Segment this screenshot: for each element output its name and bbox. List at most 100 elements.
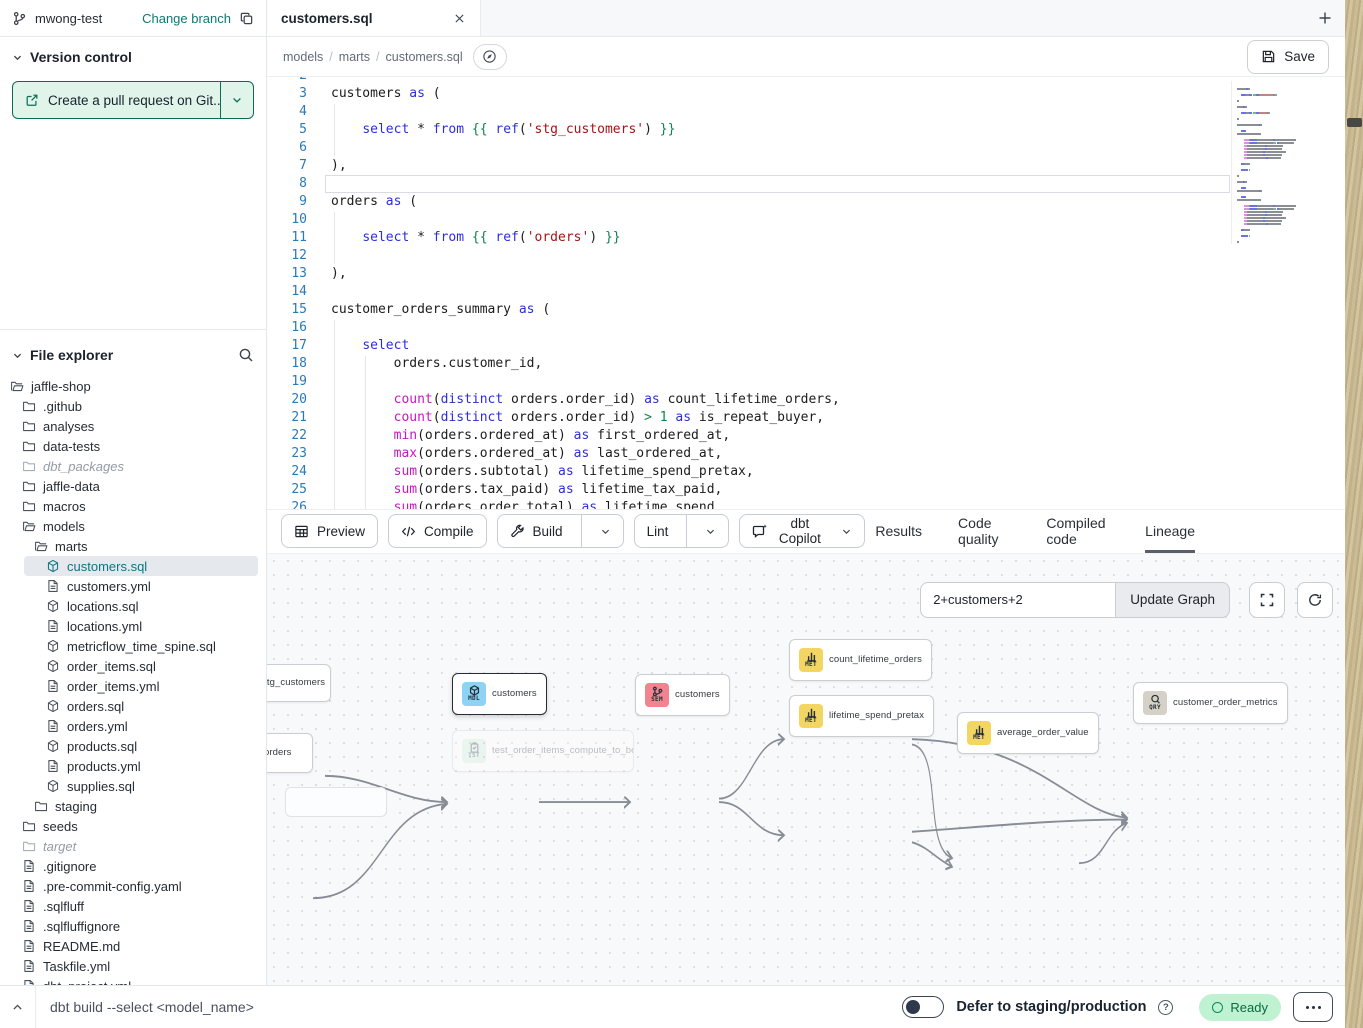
chevron-up-icon[interactable] [0, 986, 36, 1028]
file-item-marts[interactable]: marts [0, 536, 266, 556]
file-item-models[interactable]: models [0, 516, 266, 536]
lineage-node-customer_order_metrics[interactable]: QRYcustomer_order_metrics [1133, 682, 1288, 724]
breadcrumb[interactable]: marts [339, 50, 370, 64]
file-item-README.md[interactable]: README.md [0, 936, 266, 956]
copilot-dropdown[interactable] [831, 526, 852, 537]
file-item-jaffle-data[interactable]: jaffle-data [0, 476, 266, 496]
build-dropdown[interactable] [590, 526, 611, 537]
file-item-products.sql[interactable]: products.sql [0, 736, 266, 756]
file-item-orders.sql[interactable]: orders.sql [0, 696, 266, 716]
code-line-19[interactable]: 19 [267, 373, 1345, 391]
refresh-icon[interactable] [1297, 582, 1333, 618]
lineage-filter-input[interactable] [920, 582, 1115, 618]
code-line-26[interactable]: 26 sum(orders.order_total) as lifetime_s… [267, 499, 1345, 509]
dbt-copilot-button[interactable]: dbt Copilot [739, 514, 865, 548]
tab-compiled-code[interactable]: Compiled code [1046, 510, 1109, 553]
lineage-node-lifetime_spend_pretax[interactable]: METlifetime_spend_pretax [789, 695, 934, 737]
chevron-down-icon[interactable] [12, 52, 23, 63]
file-item-.github[interactable]: .github [0, 396, 266, 416]
file-item-staging[interactable]: staging [0, 796, 266, 816]
file-item-order_items.yml[interactable]: order_items.yml [0, 676, 266, 696]
lint-dropdown[interactable] [695, 526, 716, 537]
file-item-metricflow_time_spine.sql[interactable]: metricflow_time_spine.sql [0, 636, 266, 656]
code-line-16[interactable]: 16 [267, 319, 1345, 337]
code-line-6[interactable]: 6 [267, 139, 1345, 157]
breadcrumb[interactable]: customers.sql [386, 50, 463, 64]
file-item-seeds[interactable]: seeds [0, 816, 266, 836]
tab-customers-sql[interactable]: customers.sql [267, 0, 481, 36]
code-line-17[interactable]: 17 select [267, 337, 1345, 355]
defer-toggle[interactable] [902, 996, 944, 1018]
ellipsis-menu-button[interactable] [1293, 992, 1333, 1022]
code-line-20[interactable]: 20 count(distinct orders.order_id) as co… [267, 391, 1345, 409]
compass-icon[interactable] [473, 44, 507, 70]
new-tab-button[interactable] [1305, 0, 1345, 36]
file-item-locations.yml[interactable]: locations.yml [0, 616, 266, 636]
save-button[interactable]: Save [1247, 40, 1329, 74]
code-line-11[interactable]: 11 select * from {{ ref('orders') }} [267, 229, 1345, 247]
file-item-customers.yml[interactable]: customers.yml [0, 576, 266, 596]
code-line-15[interactable]: 15customer_orders_summary as ( [267, 301, 1345, 319]
code-line-21[interactable]: 21 count(distinct orders.order_id) > 1 a… [267, 409, 1345, 427]
update-graph-button[interactable]: Update Graph [1115, 582, 1230, 618]
file-item-products.yml[interactable]: products.yml [0, 756, 266, 776]
file-item-jaffle-shop[interactable]: jaffle-shop [0, 376, 266, 396]
code-line-3[interactable]: 3customers as ( [267, 85, 1345, 103]
code-line-13[interactable]: 13), [267, 265, 1345, 283]
editor-scrollbar-thumb[interactable] [1347, 118, 1362, 127]
code-line-23[interactable]: 23 max(orders.ordered_at) as last_ordere… [267, 445, 1345, 463]
file-item-supplies.sql[interactable]: supplies.sql [0, 776, 266, 796]
file-item-macros[interactable]: macros [0, 496, 266, 516]
code-line-7[interactable]: 7), [267, 157, 1345, 175]
code-line-10[interactable]: 10 [267, 211, 1345, 229]
file-item-.sqlfluffignore[interactable]: .sqlfluffignore [0, 916, 266, 936]
lineage-panel[interactable]: stg_customersorders MDLcustomers TSTtest_o… [267, 553, 1345, 986]
fullscreen-icon[interactable] [1249, 582, 1285, 618]
breadcrumb[interactable]: models [283, 50, 323, 64]
close-icon[interactable] [453, 12, 466, 25]
lint-button[interactable]: Lint [634, 514, 730, 548]
code-line-2[interactable]: 2 [267, 77, 1345, 85]
editor-minimap[interactable] [1231, 81, 1319, 244]
code-line-9[interactable]: 9orders as ( [267, 193, 1345, 211]
file-item-.pre-commit-config.yaml[interactable]: .pre-commit-config.yaml [0, 876, 266, 896]
chevron-down-icon[interactable] [12, 350, 23, 361]
code-line-22[interactable]: 22 min(orders.ordered_at) as first_order… [267, 427, 1345, 445]
file-item-.sqlfluff[interactable]: .sqlfluff [0, 896, 266, 916]
code-line-8[interactable]: 8 [267, 175, 1345, 193]
code-line-4[interactable]: 4 [267, 103, 1345, 121]
lineage-node-average_order_value[interactable]: METaverage_order_value [957, 712, 1099, 754]
lineage-node-test_order_items[interactable]: TSTtest_order_items_compute_to_bools... [452, 730, 634, 772]
code-editor[interactable]: 23customers as (45 select * from {{ ref(… [267, 77, 1345, 509]
preview-button[interactable]: Preview [281, 514, 378, 548]
tab-results[interactable]: Results [875, 510, 922, 553]
file-item-customers.sql[interactable]: customers.sql [24, 556, 258, 576]
file-item-dbt_packages[interactable]: dbt_packages [0, 456, 266, 476]
file-item-Taskfile.yml[interactable]: Taskfile.yml [0, 956, 266, 976]
search-icon[interactable] [238, 347, 254, 363]
tab-lineage[interactable]: Lineage [1145, 510, 1195, 553]
lineage-node-count_lifetime_orders[interactable]: METcount_lifetime_orders [789, 639, 932, 681]
file-item-.gitignore[interactable]: .gitignore [0, 856, 266, 876]
file-item-orders.yml[interactable]: orders.yml [0, 716, 266, 736]
copy-icon[interactable] [239, 11, 254, 26]
file-item-analyses[interactable]: analyses [0, 416, 266, 436]
help-icon[interactable]: ? [1158, 1000, 1173, 1015]
code-line-24[interactable]: 24 sum(orders.subtotal) as lifetime_spen… [267, 463, 1345, 481]
lineage-node-customers_sem[interactable]: SEMcustomers [635, 674, 730, 716]
file-item-locations.sql[interactable]: locations.sql [0, 596, 266, 616]
file-item-data-tests[interactable]: data-tests [0, 436, 266, 456]
change-branch-link[interactable]: Change branch [142, 11, 231, 26]
build-button[interactable]: Build [497, 514, 624, 548]
lineage-node-customers_mdl[interactable]: MDLcustomers [452, 673, 547, 715]
file-item-target[interactable]: target [0, 836, 266, 856]
code-line-18[interactable]: 18 orders.customer_id, [267, 355, 1345, 373]
lineage-node-orders[interactable]: orders [267, 733, 313, 773]
tab-code-quality[interactable]: Code quality [958, 510, 1010, 553]
file-item-dbt_project.yml[interactable]: dbt_project.yml [0, 976, 266, 985]
create-pr-button[interactable]: Create a pull request on Git... [13, 82, 220, 118]
code-line-12[interactable]: 12 [267, 247, 1345, 265]
code-line-25[interactable]: 25 sum(orders.tax_paid) as lifetime_tax_… [267, 481, 1345, 499]
lineage-node-stg_customers[interactable]: stg_customers [267, 664, 331, 702]
file-item-order_items.sql[interactable]: order_items.sql [0, 656, 266, 676]
